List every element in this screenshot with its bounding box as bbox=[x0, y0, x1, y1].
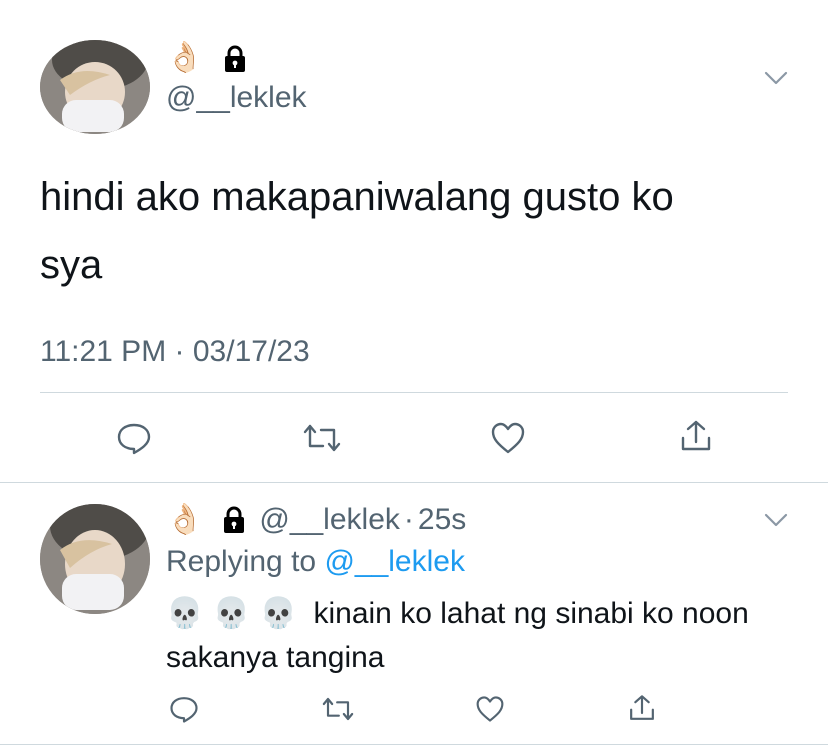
like-icon[interactable] bbox=[488, 418, 528, 458]
lock-icon bbox=[219, 505, 249, 535]
replying-to-label: Replying to bbox=[166, 545, 317, 578]
avatar[interactable] bbox=[40, 40, 150, 134]
tweet-timestamp[interactable]: 11:21 PM · 03/17/23 bbox=[40, 334, 310, 370]
chevron-down-icon[interactable] bbox=[760, 66, 792, 90]
share-icon[interactable] bbox=[676, 416, 716, 456]
chevron-down-icon[interactable] bbox=[760, 508, 792, 532]
reply-icon[interactable] bbox=[166, 692, 202, 726]
reply-icon[interactable] bbox=[114, 418, 154, 458]
divider bbox=[40, 392, 788, 393]
divider bbox=[0, 482, 828, 483]
divider bbox=[0, 744, 828, 745]
skull-emojis: 💀 💀 💀 bbox=[166, 596, 298, 631]
user-handle[interactable]: @__leklek bbox=[259, 503, 400, 537]
replying-to-handle[interactable]: @__leklek bbox=[324, 545, 465, 578]
retweet-icon[interactable] bbox=[318, 692, 358, 726]
separator-dot: · bbox=[403, 503, 414, 536]
tweet-text-line-1: hindi ako makapaniwalang gusto ko bbox=[40, 175, 674, 219]
reply-text-line-1: 💀 💀 💀 kinain ko lahat ng sinabi ko noon bbox=[166, 594, 749, 634]
tweet-text-line-2: sya bbox=[40, 243, 103, 287]
tweet-age[interactable]: 25s bbox=[418, 503, 466, 537]
like-icon[interactable] bbox=[472, 692, 508, 726]
name-emoji: 👌🏻 bbox=[166, 40, 204, 75]
share-icon[interactable] bbox=[624, 690, 660, 726]
name-emoji: 👌🏻 bbox=[166, 502, 204, 537]
retweet-icon[interactable] bbox=[300, 418, 344, 458]
separator-dot: · bbox=[174, 335, 185, 368]
avatar[interactable] bbox=[40, 504, 150, 614]
lock-icon bbox=[220, 44, 250, 74]
tweet-time: 11:21 PM bbox=[40, 335, 167, 368]
replying-to: Replying to @__leklek bbox=[166, 544, 465, 580]
reply-header: 👌🏻 @__leklek · 25s bbox=[166, 500, 466, 540]
reply-text-line-2: sakanya tangina bbox=[166, 641, 385, 674]
tweet-date: 03/17/23 bbox=[192, 335, 310, 368]
reply-text: kinain ko lahat ng sinabi ko noon bbox=[313, 597, 749, 630]
user-handle[interactable]: @__leklek bbox=[166, 80, 307, 116]
